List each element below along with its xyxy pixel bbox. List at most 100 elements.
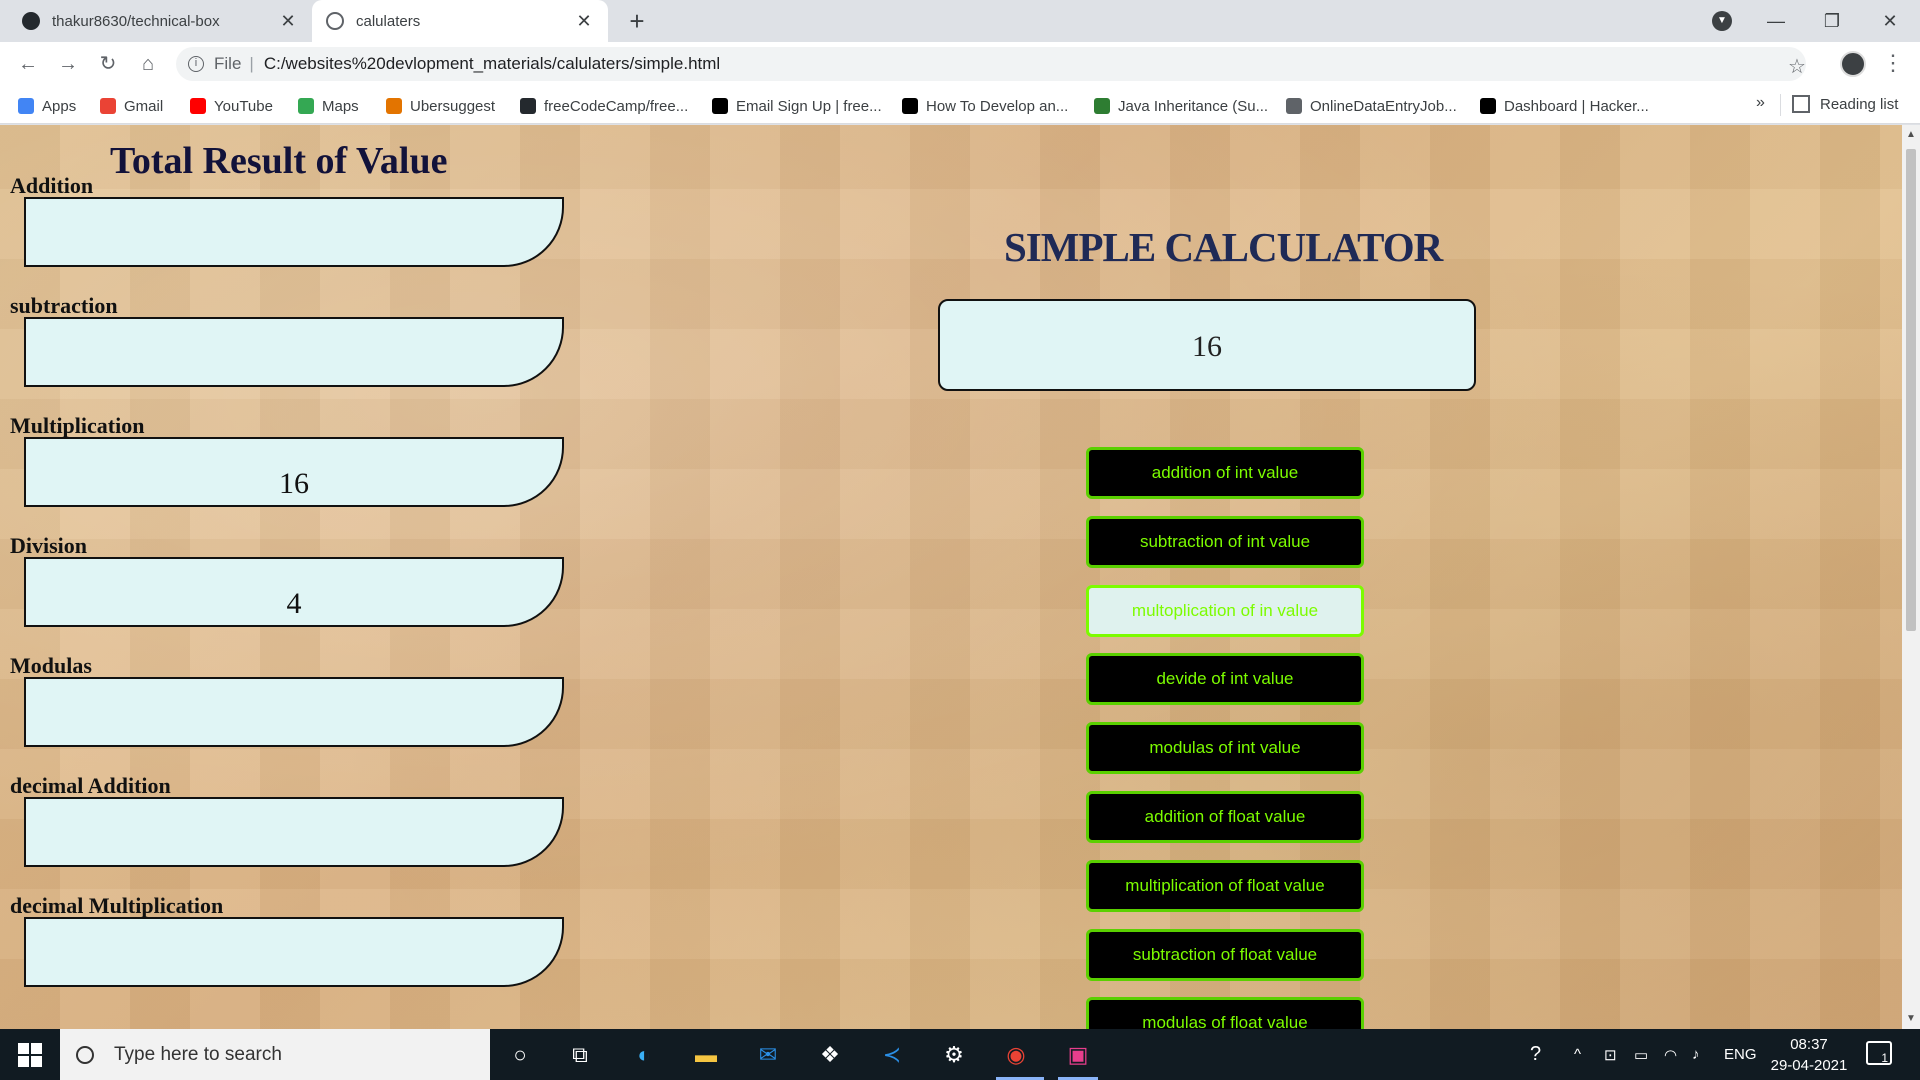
- operation-button[interactable]: addition of float value: [1086, 791, 1364, 843]
- bookmark-item[interactable]: Maps: [298, 95, 359, 117]
- result-field[interactable]: [24, 797, 564, 867]
- windows-taskbar: Type here to search ○ ⧉ ◐ ▬ ✉ ❖ ≺ ⚙ ◉ ▣ …: [0, 1029, 1920, 1080]
- result-field[interactable]: [24, 197, 564, 267]
- operation-button[interactable]: modulas of int value: [1086, 722, 1364, 775]
- edge-icon[interactable]: ◐: [628, 1039, 660, 1071]
- restore-icon[interactable]: ❐: [1812, 6, 1852, 36]
- github-icon: [22, 12, 40, 30]
- url-text: C:/websites%20devlopment_materials/calul…: [263, 54, 721, 73]
- reading-list-label: Reading list: [1820, 95, 1899, 113]
- bookmark-label: Ubersuggest: [410, 97, 496, 115]
- minimize-icon[interactable]: —: [1756, 6, 1796, 36]
- scroll-up-arrow-icon[interactable]: ▲: [1902, 129, 1920, 140]
- clock[interactable]: 08:37 29-04-2021: [1764, 1034, 1854, 1076]
- notification-icon[interactable]: 1: [1866, 1041, 1892, 1065]
- search-placeholder: Type here to search: [114, 1043, 282, 1065]
- bookmark-star-icon[interactable]: ☆: [1788, 54, 1806, 79]
- bookmark-favicon-icon: [18, 98, 34, 114]
- bookmark-item[interactable]: Email Sign Up | free...: [712, 95, 882, 117]
- bookmark-label: Dashboard | Hacker...: [1504, 97, 1649, 115]
- intellij-icon[interactable]: ▣: [1062, 1039, 1094, 1071]
- volume-icon[interactable]: ♪: [1692, 1029, 1700, 1080]
- bookmark-favicon-icon: [520, 98, 536, 114]
- address-bar[interactable]: i File | C:/websites%20devlopment_materi…: [176, 47, 1806, 81]
- bookmark-item[interactable]: Dashboard | Hacker...: [1480, 95, 1649, 117]
- result-label: Modulas: [10, 653, 92, 678]
- search-icon: [76, 1045, 94, 1064]
- result-label: decimal Addition: [10, 773, 171, 798]
- result-field[interactable]: [24, 917, 564, 987]
- bookmarks-divider: [1780, 94, 1781, 116]
- new-tab-button[interactable]: +: [622, 6, 652, 36]
- bookmark-item[interactable]: OnlineDataEntryJob...: [1286, 95, 1457, 117]
- windows-start-icon[interactable]: [18, 1043, 42, 1067]
- chevron-up-icon[interactable]: ^: [1574, 1029, 1581, 1080]
- network-icon[interactable]: ⊡: [1604, 1029, 1617, 1080]
- bookmark-item[interactable]: Ubersuggest: [386, 95, 495, 117]
- result-field[interactable]: [24, 677, 564, 747]
- bookmark-label: YouTube: [214, 97, 273, 115]
- bookmark-item[interactable]: freeCodeCamp/free...: [520, 95, 688, 117]
- result-label: Division: [10, 533, 88, 558]
- result-field[interactable]: [24, 317, 564, 387]
- chrome-icon[interactable]: ◉: [1000, 1039, 1032, 1071]
- file-explorer-icon[interactable]: ▬: [690, 1039, 722, 1071]
- bookmark-item[interactable]: Java Inheritance (Su...: [1094, 95, 1268, 117]
- bookmark-favicon-icon: [100, 98, 116, 114]
- cortana-icon[interactable]: ○: [504, 1039, 536, 1071]
- operation-button[interactable]: modulas of float value: [1086, 997, 1364, 1029]
- bookmark-favicon-icon: [1480, 98, 1496, 114]
- more-bookmarks-button[interactable]: »: [1756, 94, 1765, 112]
- tab-calulaters[interactable]: calulaters ✕: [312, 0, 608, 42]
- bookmark-favicon-icon: [298, 98, 314, 114]
- clock-date: 29-04-2021: [1770, 1057, 1848, 1074]
- profile-avatar[interactable]: [1840, 51, 1866, 77]
- close-icon[interactable]: ✕: [574, 11, 594, 32]
- bookmark-label: Email Sign Up | free...: [736, 97, 882, 115]
- operation-button[interactable]: devide of int value: [1086, 653, 1364, 706]
- bookmark-item[interactable]: How To Develop an...: [902, 95, 1068, 117]
- tab-title: thakur8630/technical-box: [52, 12, 220, 30]
- operation-button[interactable]: subtraction of float value: [1086, 928, 1364, 981]
- operation-button[interactable]: subtraction of int value: [1086, 515, 1364, 568]
- tab-search-icon[interactable]: ▼: [1712, 11, 1732, 31]
- tab-github[interactable]: thakur8630/technical-box ✕: [8, 0, 312, 42]
- window-close-icon[interactable]: ✕: [1870, 6, 1910, 36]
- taskbar-search-box[interactable]: Type here to search: [60, 1029, 490, 1080]
- page-scrollbar[interactable]: ▲ ▼: [1902, 125, 1920, 1029]
- scroll-down-arrow-icon[interactable]: ▼: [1902, 1013, 1920, 1024]
- battery-icon[interactable]: ▭: [1634, 1029, 1648, 1080]
- home-icon[interactable]: ⌂: [134, 50, 162, 78]
- bookmark-favicon-icon: [1094, 98, 1110, 114]
- page-viewport: Total Result of Value Addition subtractio…: [0, 125, 1902, 1029]
- dropbox-icon[interactable]: ❖: [814, 1039, 846, 1071]
- scrollbar-thumb[interactable]: [1906, 149, 1916, 631]
- bookmark-label: Java Inheritance (Su...: [1118, 97, 1269, 115]
- url-separator: |: [249, 54, 254, 73]
- reading-list-button[interactable]: Reading list: [1792, 95, 1898, 113]
- mail-icon[interactable]: ✉: [752, 1039, 784, 1071]
- operation-button[interactable]: addition of int value: [1086, 447, 1364, 499]
- settings-gear-icon[interactable]: ⚙: [938, 1039, 970, 1071]
- browser-toolbar: ← → ↻ ⌂ i File | C:/websites%20devlopmen…: [0, 42, 1920, 86]
- result-field[interactable]: 4: [24, 557, 564, 627]
- wifi-icon[interactable]: ◠: [1664, 1029, 1677, 1080]
- vscode-icon[interactable]: ≺: [876, 1039, 908, 1071]
- forward-arrow-icon[interactable]: →: [54, 50, 82, 78]
- operation-button[interactable]: multoplication of in value: [1086, 584, 1364, 637]
- language-indicator[interactable]: ENG: [1724, 1029, 1757, 1080]
- result-field[interactable]: 16: [24, 437, 564, 507]
- bookmark-item[interactable]: YouTube: [190, 95, 273, 117]
- task-view-icon[interactable]: ⧉: [564, 1039, 596, 1071]
- result-label: Addition: [10, 173, 94, 198]
- bookmark-item[interactable]: Gmail: [100, 95, 163, 117]
- back-arrow-icon[interactable]: ←: [14, 50, 42, 78]
- bookmark-item[interactable]: Apps: [18, 95, 76, 117]
- info-icon[interactable]: i: [188, 56, 204, 72]
- result-label: decimal Multiplication: [10, 893, 224, 918]
- kebab-menu-icon[interactable]: ⋮: [1882, 50, 1904, 76]
- help-icon[interactable]: ?: [1530, 1029, 1541, 1080]
- operation-button[interactable]: multiplication of float value: [1086, 859, 1364, 912]
- close-icon[interactable]: ✕: [278, 11, 298, 32]
- reload-icon[interactable]: ↻: [94, 50, 122, 78]
